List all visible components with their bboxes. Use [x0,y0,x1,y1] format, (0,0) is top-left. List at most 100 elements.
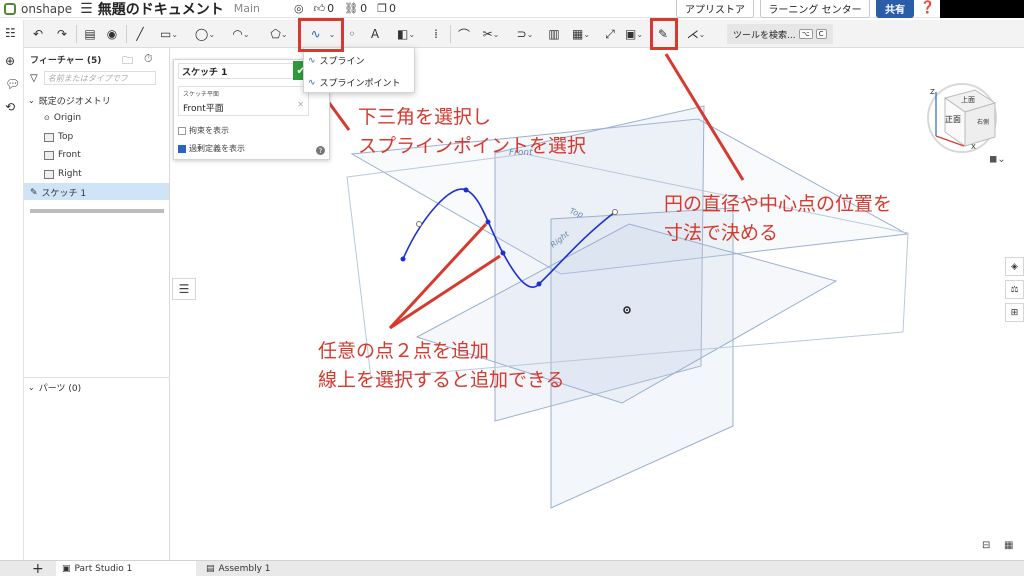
view-cube[interactable]: 上面 正面 右側 Z X [927,83,997,153]
insert-tool-icon[interactable]: ▣ ⌄ [620,24,648,44]
use-tool-icon[interactable]: ◧ ⌄ [392,24,420,44]
copies-stat[interactable]: ❐ 0 [377,2,396,15]
hamburger-menu-icon[interactable]: ☰ [80,1,93,17]
mirror-tool-icon[interactable]: ▥ [546,24,562,44]
tab-part-studio[interactable]: ▣ Part Studio 1 [56,561,196,576]
tool-search-label: ツールを検索... [733,30,796,41]
help-icon[interactable]: ❓ [920,0,935,14]
construction-tool-icon[interactable]: ⁞ [428,24,444,44]
menu-item-label: スプライン [319,57,365,67]
clear-plane-icon[interactable]: ✕ [297,100,304,109]
insert-icon[interactable]: ⊕ [5,54,15,68]
parts-header-label: パーツ (0) [38,384,82,394]
menu-item-spline[interactable]: ∿ スプライン [308,54,365,68]
display-settings-icon[interactable]: ▦ [1004,540,1013,551]
tree-item-right[interactable]: Right [44,169,82,179]
plane-icon [44,132,54,142]
polygon-tool-icon[interactable]: ⬠ ⌄ [266,24,292,44]
learning-center-button[interactable]: ラーニング センター [760,0,870,18]
likes-stat[interactable]: 👍︎ 0 [314,2,335,15]
variables-panel-icon[interactable]: ⊞ [1005,303,1024,322]
tree-item-sketch-1[interactable]: ✎ スケッチ 1 [30,186,87,200]
tab-label: Part Studio 1 [74,564,133,574]
offset-tool-icon[interactable]: ⊃ ⌄ [512,24,538,44]
tab-assembly[interactable]: ▤ Assembly 1 [200,561,340,576]
tree-item-top[interactable]: Top [44,132,73,142]
spline-tangent-handle[interactable] [416,221,422,227]
sketch-name-field[interactable]: スケッチ 1 [178,63,295,79]
line-tool-icon[interactable]: ╱ [132,24,148,44]
checkbox-checked-icon [178,144,186,153]
text-tool-icon[interactable]: A [366,24,384,44]
menu-item-spline-point[interactable]: ∿ スプラインポイント [308,76,401,90]
circle-tool-icon[interactable]: ◯ ⌄ [192,24,218,44]
tree-item-origin[interactable]: ⊙ Origin [44,113,81,123]
default-geometry-group[interactable]: ⌄ 既定のジオメトリ [28,94,111,107]
sketch-plane-box[interactable]: スケッチ平面 Front平面 ✕ [178,86,309,116]
copy-icon: ❐ [377,2,387,15]
shortcut-key-1: ⌥ [798,29,813,39]
share-button[interactable]: 共有 [876,0,914,18]
filter-icon[interactable]: ▽ [30,73,38,84]
sketch-toolbar: ↶ ↷ ▤ ◉ ╱ ▭ ⌄ ◯ ⌄ ◠ ⌄ ⬠ ⌄ ∿ ⌄ ◦ A ◧ ⌄ ⁞ ⌒ ✂ ⌄ ⊃… [0,20,1024,48]
spline-point[interactable] [500,250,506,256]
sketch-plane-value: Front平面 [183,104,224,114]
feature-scrollbar[interactable] [30,209,164,213]
thumbs-up-icon: 👍︎ [313,2,326,15]
spline-point-icon: ∿ [308,77,316,88]
point-tool-icon[interactable]: ◦ [346,24,358,44]
view-cube-right-label: 右側 [977,118,989,126]
constraint-tool-icon[interactable]: ⋌ ⌄ [682,24,710,44]
spline-icon: ∿ [308,55,316,66]
links-stat[interactable]: ⛓ 0 [344,2,367,15]
list-toggle-icon[interactable]: ☰ [172,278,196,300]
tree-item-front[interactable]: Front [44,150,81,160]
mass-properties-icon[interactable]: ⚖ [1005,280,1024,299]
add-tab-button[interactable]: + [26,561,54,576]
tree-item-label: スケッチ 1 [41,189,87,199]
rollback-clock-icon[interactable]: ⏱︎ [144,52,153,66]
tool-search-input[interactable]: ツールを検索... ⌥ C [727,24,833,44]
transform-tool-icon[interactable]: ⤢ [602,24,618,44]
view-options-icon[interactable]: ◼⌄ [989,154,1006,165]
feature-list-header: フィーチャー (5) [30,56,102,66]
spline-endpoint-handle[interactable] [612,209,618,215]
spline-point[interactable] [485,219,491,225]
shortcut-key-2: C [815,29,827,39]
view-cube-front-label: 正面 [945,115,961,124]
annotation-2: 円の直径や中心点の位置を 寸法で決める [664,190,892,249]
history-icon[interactable]: ⟲ [5,100,15,114]
fillet-tool-icon[interactable]: ⌒ [456,24,472,44]
document-title[interactable]: 無題のドキュメント [98,0,224,19]
feature-filter-input[interactable]: 名前またはタイプでフ [43,71,156,85]
spline-point[interactable] [400,256,406,262]
spline-point[interactable] [463,187,469,193]
globe-icon[interactable]: ◎ [294,2,304,15]
view-cube-top-label: 上面 [961,95,975,104]
appearance-panel-icon[interactable]: ◈ [1005,257,1024,276]
undo-icon[interactable]: ↶ [30,24,46,44]
likes-count: 0 [327,2,335,15]
arc-tool-icon[interactable]: ◠ ⌄ [228,24,254,44]
spline-dropdown-menu: ∿ スプライン ∿ スプラインポイント [303,47,415,93]
show-overdefined-checkbox[interactable]: 過剰定義を表示 [178,143,245,154]
pattern-tool-icon[interactable]: ▦ ⌄ [568,24,594,44]
redo-icon[interactable]: ↷ [54,24,70,44]
sketch-view-icon[interactable]: ▤ [82,24,98,44]
rectangle-tool-icon[interactable]: ▭ ⌄ [156,24,182,44]
branch-label[interactable]: Main [234,2,260,15]
feature-list-icon[interactable]: ☷ [5,26,16,40]
parts-group[interactable]: ⌄ パーツ (0) [28,381,81,394]
help-icon[interactable]: ? [316,146,325,155]
show-constraints-checkbox[interactable]: 拘束を表示 [178,125,229,136]
display-mode-icon[interactable]: ◉ [104,24,120,44]
left-icon-strip: ☷ ⊕ 💬︎ ⟲ 🔍︎ [0,20,24,574]
measure-icon[interactable]: ⊟ [982,540,990,551]
folder-icon[interactable]: 🗀︎ [122,52,133,71]
redacted-user-area [940,0,1024,18]
spline-point[interactable] [536,281,542,287]
comments-icon[interactable]: 💬︎ [5,77,20,91]
appstore-button[interactable]: アプリストア [676,0,754,18]
plane-icon [44,150,54,160]
trim-tool-icon[interactable]: ✂ ⌄ [478,24,504,44]
